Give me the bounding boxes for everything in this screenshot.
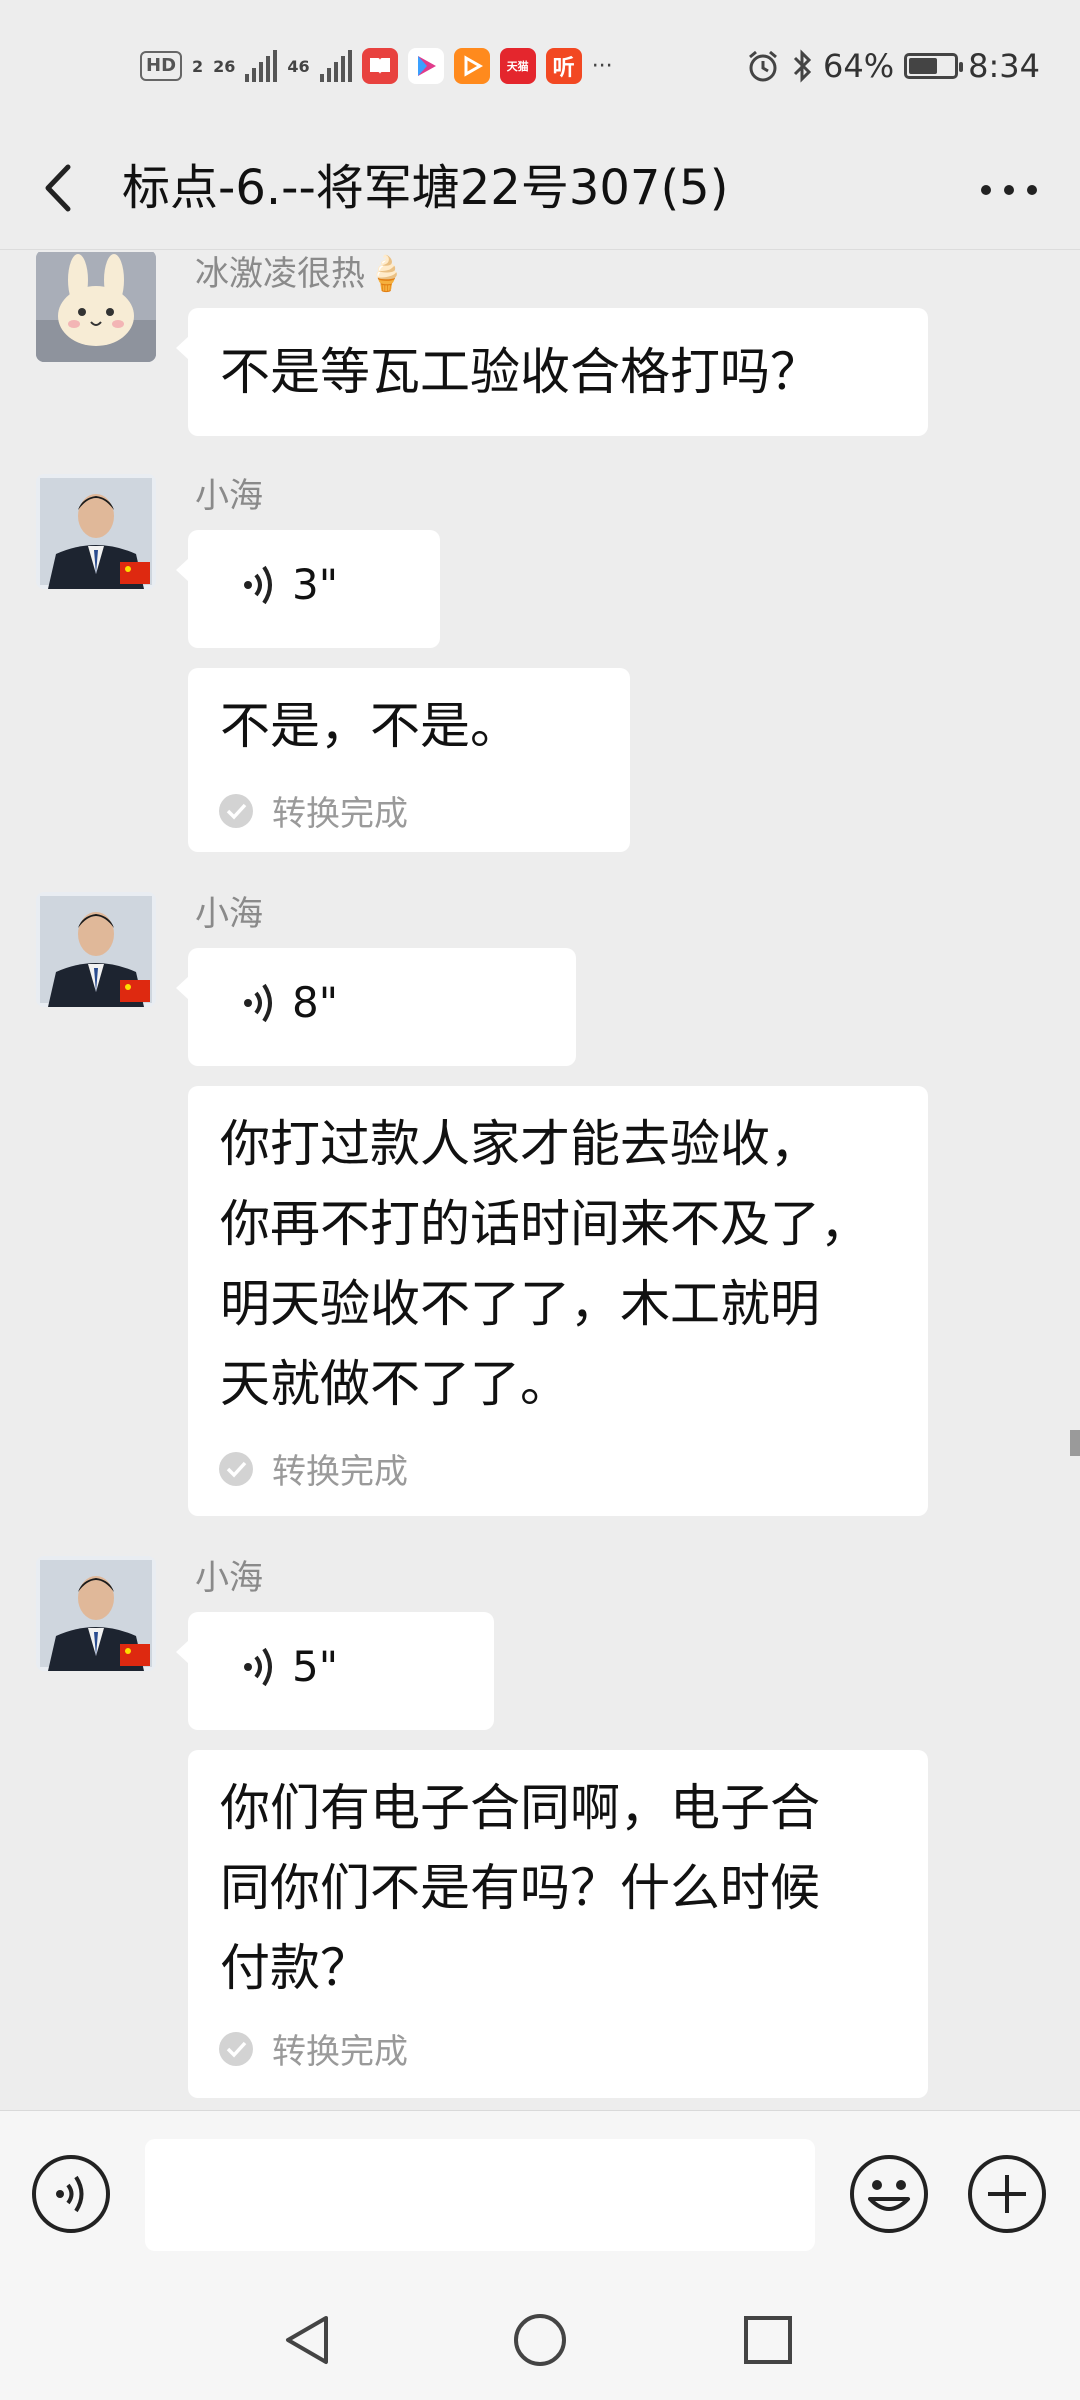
message-input[interactable] (145, 2139, 815, 2251)
conversion-status: 转换完成 (218, 2024, 408, 2073)
plus-icon[interactable] (966, 2153, 1048, 2235)
avatar[interactable] (36, 1556, 156, 1671)
person-avatar-icon (36, 474, 156, 589)
transcript-text: 你们有电子合同啊，电子合 同你们不是有吗？什么时候 付款？ (220, 1779, 820, 1997)
play-app-icon (453, 48, 490, 84)
voice-message: 5" (242, 1642, 338, 1691)
conversion-status: 转换完成 (218, 1444, 408, 1493)
network-label-2: 46 (287, 56, 310, 76)
ting-app-icon: 听 (545, 48, 582, 84)
status-right-icons: 64% 8:34 (745, 44, 1040, 88)
voice-message-bubble[interactable]: 3" (176, 530, 440, 648)
voice-message: 8" (242, 978, 338, 1027)
nav-back-icon[interactable] (280, 2310, 336, 2370)
chat-title: 标点-6.--将军塘22号307(5) (122, 160, 729, 216)
sender-name: 小海 (195, 894, 263, 934)
voice-duration: 3" (292, 560, 339, 609)
transcript-text: 你打过款人家才能去验收， 你再不打的话时间来不及了， 明天验收不了了，木工就明 … (220, 1115, 870, 1413)
message-bubble[interactable]: 不是等瓦工验收合格打吗？ (176, 308, 928, 436)
network-label-1: 26 (213, 56, 236, 76)
person-avatar-icon (36, 892, 156, 1007)
check-circle-icon (219, 793, 253, 828)
voice-duration: 8" (292, 978, 339, 1027)
person-avatar-icon (36, 1556, 156, 1671)
conversion-status: 转换完成 (218, 786, 408, 835)
avatar[interactable] (36, 474, 156, 589)
status-bar: HD 2 26 46 天猫 听 ··· 64% 8:34 (0, 0, 1080, 125)
book-app-icon (361, 48, 398, 84)
more-options-icon[interactable] (974, 165, 1044, 215)
tmall-app-icon: 天猫 (499, 48, 536, 84)
sender-name: 小海 (195, 1558, 263, 1598)
voice-wave-icon (244, 983, 272, 1022)
conversion-status-text: 转换完成 (272, 794, 408, 834)
check-circle-icon (219, 1451, 253, 1486)
message-list[interactable]: 冰激凌很热🍦 不是等瓦工验收合格打吗？ 小海 3" 不是，不是。 转换完成 小海… (0, 252, 1080, 2110)
avatar[interactable] (36, 892, 156, 1007)
bluetooth-icon (793, 49, 812, 83)
voice-message-bubble[interactable]: 5" (176, 1612, 494, 1730)
sender-name: 冰激凌很热🍦 (195, 254, 408, 294)
input-bar (0, 2110, 1080, 2280)
avatar[interactable] (36, 252, 156, 362)
voice-message: 3" (242, 560, 338, 609)
system-nav-bar (0, 2280, 1080, 2400)
clock: 8:34 (968, 47, 1040, 85)
check-circle-icon (219, 2031, 253, 2066)
nav-recent-apps-icon[interactable] (740, 2312, 796, 2368)
video-app-icon (407, 48, 444, 84)
voice-input-toggle-icon[interactable] (30, 2153, 112, 2235)
voice-wave-icon (244, 1647, 272, 1686)
conversion-status-text: 转换完成 (272, 2032, 408, 2072)
signal-icon-1 (245, 50, 278, 82)
bunny-avatar-icon (36, 252, 156, 362)
nav-home-icon[interactable] (510, 2310, 570, 2370)
voice-message-bubble[interactable]: 8" (176, 948, 576, 1066)
transcript-bubble[interactable]: 你们有电子合同啊，电子合 同你们不是有吗？什么时候 付款？ 转换完成 (188, 1750, 928, 2098)
status-left-icons: HD 2 26 46 天猫 听 ··· (140, 44, 613, 88)
sender-name: 小海 (195, 476, 263, 516)
message-text: 不是等瓦工验收合格打吗？ (220, 343, 820, 401)
scrollbar-thumb[interactable] (1070, 1430, 1080, 1456)
chat-header: 标点-6.--将军塘22号307(5) (0, 125, 1080, 250)
transcript-bubble[interactable]: 不是，不是。 转换完成 (188, 668, 630, 852)
more-notifications-icon: ··· (591, 53, 613, 79)
alarm-icon (749, 50, 777, 82)
transcript-text: 不是，不是。 (220, 697, 520, 755)
conversion-status-text: 转换完成 (272, 1452, 408, 1492)
transcript-bubble[interactable]: 你打过款人家才能去验收， 你再不打的话时间来不及了， 明天验收不了了，木工就明 … (188, 1086, 928, 1516)
hd-badge: HD (140, 51, 183, 81)
hd-sub-label: 2 (192, 56, 204, 76)
voice-wave-icon (244, 565, 272, 604)
battery-icon (904, 53, 964, 79)
voice-duration: 5" (292, 1642, 339, 1691)
back-arrow-icon[interactable] (38, 153, 78, 223)
battery-percent: 64% (823, 47, 895, 85)
emoji-icon[interactable] (848, 2153, 930, 2235)
signal-icon-2 (319, 50, 352, 82)
